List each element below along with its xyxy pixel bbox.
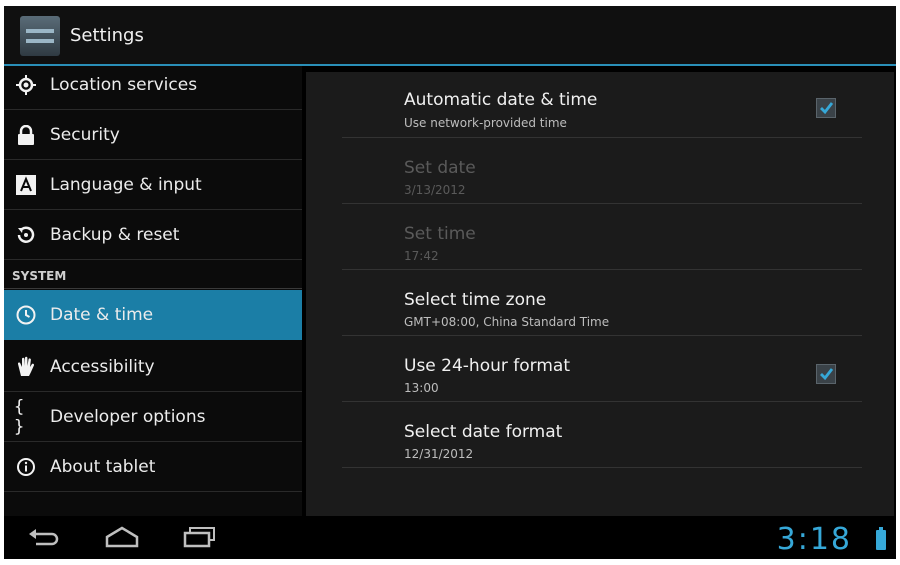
- sidebar-item-label: Language & input: [50, 174, 202, 195]
- sidebar-item-label: Date & time: [50, 304, 154, 325]
- pref-title: Set date: [404, 158, 476, 178]
- sidebar-item-label: Security: [50, 124, 120, 145]
- hand-icon: [14, 355, 38, 379]
- pref-title: Set time: [404, 224, 476, 244]
- location-icon: [14, 73, 38, 97]
- lock-icon: [14, 123, 38, 147]
- home-icon[interactable]: [104, 524, 140, 554]
- pref-title: Use 24-hour format: [404, 356, 570, 376]
- sidebar-item-developer-options[interactable]: { } Developer options: [4, 392, 302, 442]
- backup-icon: [14, 223, 38, 247]
- sidebar-item-label: Location services: [50, 74, 198, 95]
- settings-app-icon[interactable]: [20, 16, 60, 56]
- sidebar-item-backup-reset[interactable]: Backup & reset: [4, 210, 302, 260]
- pref-select-time-zone[interactable]: Select time zone GMT+08:00, China Standa…: [342, 270, 862, 336]
- pref-summary: Use network-provided time: [404, 116, 567, 130]
- recent-apps-icon[interactable]: [182, 524, 218, 554]
- section-header-system: SYSTEM: [4, 261, 302, 289]
- pref-title: Automatic date & time: [404, 90, 598, 110]
- pref-summary: GMT+08:00, China Standard Time: [404, 315, 610, 329]
- sidebar-item-date-time[interactable]: Date & time: [4, 290, 302, 340]
- info-icon: [14, 455, 38, 479]
- settings-sidebar: Location services Security Language & in…: [4, 66, 302, 516]
- pref-select-date-format[interactable]: Select date format 12/31/2012: [342, 402, 862, 468]
- status-clock: 3:18: [776, 522, 852, 557]
- pref-use-24-hour-format[interactable]: Use 24-hour format 13:00: [342, 336, 862, 402]
- sidebar-item-about-tablet[interactable]: About tablet: [4, 442, 302, 492]
- sidebar-item-location-services[interactable]: Location services: [4, 60, 302, 110]
- clock-icon: [14, 303, 38, 327]
- braces-icon: { }: [14, 396, 25, 437]
- pref-set-date: Set date 3/13/2012: [342, 138, 862, 204]
- app-title: Settings: [70, 25, 144, 46]
- date-time-settings-panel: Automatic date & time Use network-provid…: [306, 72, 894, 516]
- pref-set-time: Set time 17:42: [342, 204, 862, 270]
- section-label: SYSTEM: [12, 269, 67, 283]
- sidebar-item-label: Backup & reset: [50, 224, 180, 245]
- action-bar: Settings: [4, 6, 896, 66]
- tablet-screen: Settings Location services Security Lang…: [4, 6, 896, 559]
- sidebar-item-language-input[interactable]: Language & input: [4, 160, 302, 210]
- battery-icon: [876, 527, 886, 550]
- pref-title: Select time zone: [404, 290, 547, 310]
- sidebar-item-label: About tablet: [50, 456, 156, 477]
- sidebar-item-accessibility[interactable]: Accessibility: [4, 342, 302, 392]
- sidebar-item-security[interactable]: Security: [4, 110, 302, 160]
- keyboard-letter-icon: [14, 173, 38, 197]
- sidebar-item-label: Developer options: [50, 406, 206, 427]
- use-24-hour-format-checkbox[interactable]: [816, 364, 836, 384]
- pref-title: Select date format: [404, 422, 563, 442]
- pref-summary: 13:00: [404, 381, 439, 395]
- back-icon[interactable]: [26, 524, 62, 554]
- pref-summary: 12/31/2012: [404, 447, 474, 461]
- pref-summary: 3/13/2012: [404, 183, 466, 197]
- sidebar-item-label: Accessibility: [50, 356, 155, 377]
- system-navigation-bar: 3:18: [4, 516, 896, 559]
- pref-automatic-date-time[interactable]: Automatic date & time Use network-provid…: [342, 72, 862, 138]
- pref-summary: 17:42: [404, 249, 439, 263]
- automatic-date-time-checkbox[interactable]: [816, 98, 836, 118]
